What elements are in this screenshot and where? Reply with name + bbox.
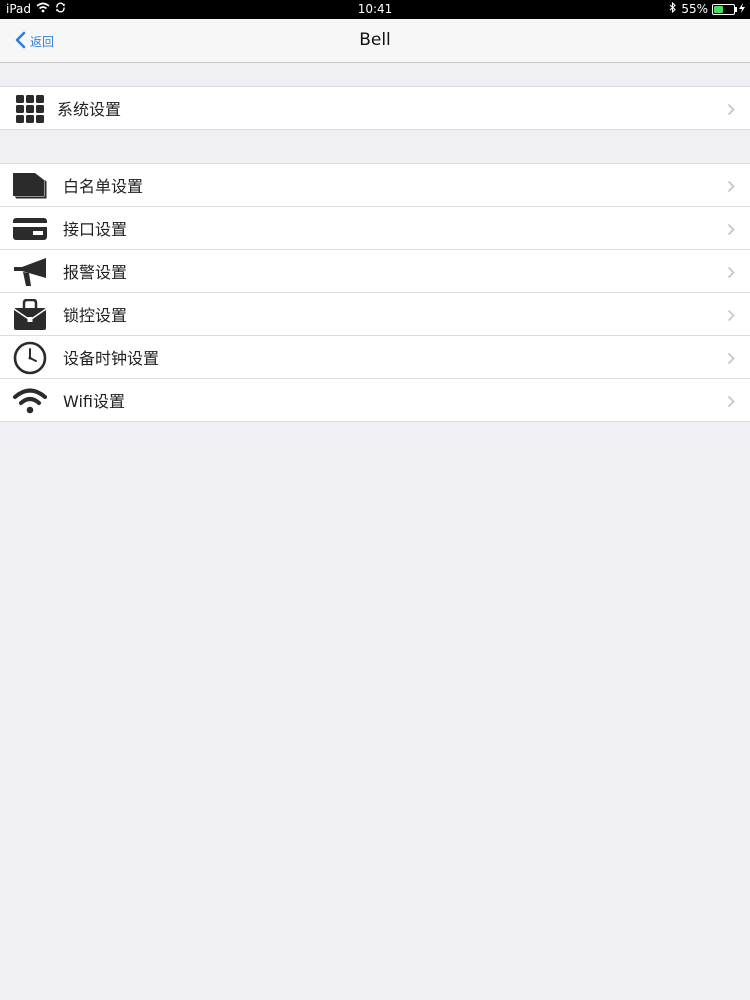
settings-group-device: 白名单设置 接口设置 报警设置 锁控设置 设备时钟设置 Wifi设置 [0, 163, 750, 422]
settings-row-label: 系统设置 [57, 100, 122, 119]
page-title: Bell [359, 30, 391, 50]
settings-row-wifi[interactable]: Wifi设置 [0, 378, 750, 421]
battery-level [714, 5, 724, 13]
clock: 10:41 [357, 2, 393, 16]
settings-row-whitelist[interactable]: 白名单设置 [0, 164, 750, 206]
settings-group-system: 系统设置 [0, 86, 750, 130]
clock-icon [13, 341, 47, 374]
chevron-right-icon [727, 307, 735, 326]
megaphone-icon [13, 255, 47, 288]
battery-icon [712, 3, 737, 15]
settings-row-label: 锁控设置 [63, 306, 128, 325]
battery-percent: 55% [681, 2, 708, 16]
settings-row-alarm[interactable]: 报警设置 [0, 249, 750, 292]
chevron-right-icon [727, 178, 735, 197]
chevron-right-icon [727, 350, 735, 369]
wifi-icon [13, 384, 47, 417]
settings-row-label: 白名单设置 [63, 177, 144, 196]
settings-row-clock[interactable]: 设备时钟设置 [0, 335, 750, 378]
chevron-right-icon [727, 393, 735, 412]
status-right: 55% [669, 1, 745, 16]
chevron-right-icon [727, 101, 735, 120]
lock-bag-icon [13, 298, 47, 331]
settings-row-label: 设备时钟设置 [63, 349, 160, 368]
status-bar: iPad 10:41 55% [0, 0, 750, 19]
charging-icon [739, 2, 745, 16]
settings-row-lock[interactable]: 锁控设置 [0, 292, 750, 335]
folder-stack-icon [13, 169, 47, 202]
settings-row-label: 接口设置 [63, 220, 128, 239]
grid-icon [13, 92, 47, 125]
settings-row-label: 报警设置 [63, 263, 128, 282]
navigation-bar: 返回 Bell [0, 19, 750, 63]
settings-row-label: Wifi设置 [63, 392, 125, 411]
chevron-right-icon [727, 264, 735, 283]
card-icon [13, 212, 47, 245]
chevron-right-icon [727, 221, 735, 240]
settings-row-system[interactable]: 系统设置 [0, 87, 750, 129]
bluetooth-icon [669, 1, 677, 16]
settings-row-interface[interactable]: 接口设置 [0, 206, 750, 249]
